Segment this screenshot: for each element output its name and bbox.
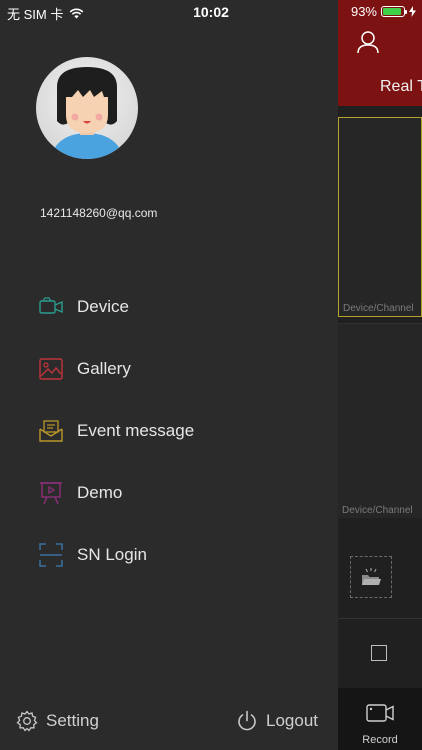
menu-item-event-message[interactable]: Event message bbox=[0, 400, 338, 462]
divider bbox=[338, 618, 422, 619]
folder-icon bbox=[362, 568, 381, 585]
charging-bolt-icon bbox=[409, 6, 416, 17]
menu-label-gallery: Gallery bbox=[77, 359, 131, 378]
record-camera-icon[interactable] bbox=[366, 702, 394, 729]
drawer-footer: Setting Logout bbox=[0, 704, 338, 750]
setting-label: Setting bbox=[46, 711, 99, 730]
logout-label: Logout bbox=[266, 711, 318, 730]
pane-label: Device/Channel bbox=[342, 505, 413, 516]
power-icon bbox=[238, 710, 256, 731]
user-cartoon-icon bbox=[53, 67, 121, 159]
menu-label-device: Device bbox=[77, 297, 129, 316]
select-checkbox[interactable] bbox=[371, 645, 387, 661]
open-folder-button[interactable] bbox=[350, 556, 392, 598]
pane-label: Device/Channel bbox=[343, 303, 414, 314]
menu-item-device[interactable]: Device bbox=[0, 276, 338, 338]
record-tab-label[interactable]: Record bbox=[338, 734, 422, 746]
battery-fill bbox=[383, 8, 402, 15]
menu-label-sn-login: SN Login bbox=[77, 545, 147, 564]
setting-button[interactable]: Setting bbox=[16, 710, 99, 732]
gear-icon bbox=[16, 710, 38, 732]
menu-item-demo[interactable]: Demo bbox=[0, 462, 338, 524]
drawer-menu: Device Gallery Event message Demo SN Log… bbox=[0, 276, 338, 586]
tab-real-time[interactable]: Real T bbox=[380, 78, 422, 96]
menu-item-sn-login[interactable]: SN Login bbox=[0, 524, 338, 586]
battery-percent: 93% bbox=[350, 4, 377, 19]
avatar[interactable] bbox=[36, 57, 138, 159]
logout-button[interactable]: Logout bbox=[236, 710, 318, 732]
status-bar: 无 SIM 卡 10:02 93% bbox=[0, 0, 422, 24]
bottom-tab-bar: Record bbox=[338, 688, 422, 750]
menu-label-event-message: Event message bbox=[77, 421, 195, 440]
user-email: 1421148260@qq.com bbox=[40, 206, 158, 220]
menu-item-gallery[interactable]: Gallery bbox=[0, 338, 338, 400]
video-pane-2[interactable]: Device/Channel bbox=[338, 323, 422, 518]
main-content: Real T Device/Channel Device/Channel Rec… bbox=[338, 0, 422, 750]
image-icon bbox=[39, 357, 63, 381]
scan-icon bbox=[39, 543, 63, 567]
message-icon bbox=[39, 419, 63, 443]
battery-icon bbox=[381, 6, 407, 17]
menu-label-demo: Demo bbox=[77, 483, 123, 502]
video-pane-1[interactable]: Device/Channel bbox=[338, 117, 422, 317]
user-icon[interactable] bbox=[356, 30, 380, 59]
side-drawer: 1421148260@qq.com Device Gallery Event m… bbox=[0, 0, 338, 750]
status-right: 93% bbox=[351, 4, 416, 19]
presentation-icon bbox=[39, 481, 63, 505]
camera-icon bbox=[39, 295, 63, 319]
